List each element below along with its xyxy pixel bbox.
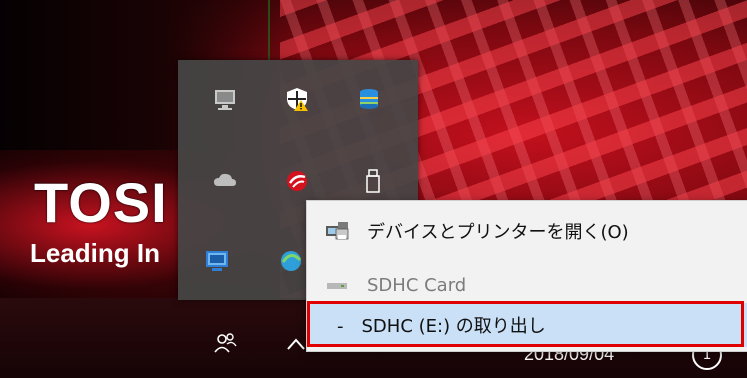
sdhc-card-header-item: SDHC Card (307, 263, 747, 307)
devices-printers-icon (307, 220, 367, 242)
open-devices-printers-label: デバイスとプリンターを開く(O) (367, 222, 629, 243)
drive-icon (307, 279, 367, 291)
onedrive-cloud-icon[interactable] (208, 164, 242, 198)
eject-sdhc-label: - SDHC (E:) の取り出し (337, 316, 546, 337)
wallpaper-brand-text: TOSI (34, 171, 168, 234)
usb-context-menu: デバイスとプリンターを開く(O) SDHC Card - SDHC (E:) の… (306, 200, 747, 352)
open-devices-printers-menu-item[interactable]: デバイスとプリンターを開く(O) (307, 209, 747, 253)
people-icon[interactable] (212, 332, 238, 362)
intel-graphics-icon[interactable] (200, 244, 234, 278)
security-shield-warning-icon[interactable] (280, 82, 314, 116)
trend-micro-icon[interactable] (280, 164, 314, 198)
sdhc-card-label: SDHC Card (367, 274, 467, 296)
monitor-icon[interactable] (208, 82, 242, 116)
wallpaper-accent-line (268, 0, 270, 60)
eject-sdhc-menu-item[interactable]: - SDHC (E:) の取り出し (307, 303, 747, 347)
show-hidden-icons-chevron-icon[interactable] (286, 332, 306, 356)
storage-icon[interactable] (352, 82, 386, 116)
usb-drive-icon[interactable] (356, 164, 390, 198)
wallpaper-tagline-text: Leading In (30, 238, 160, 268)
edge-sync-icon[interactable] (274, 244, 308, 278)
